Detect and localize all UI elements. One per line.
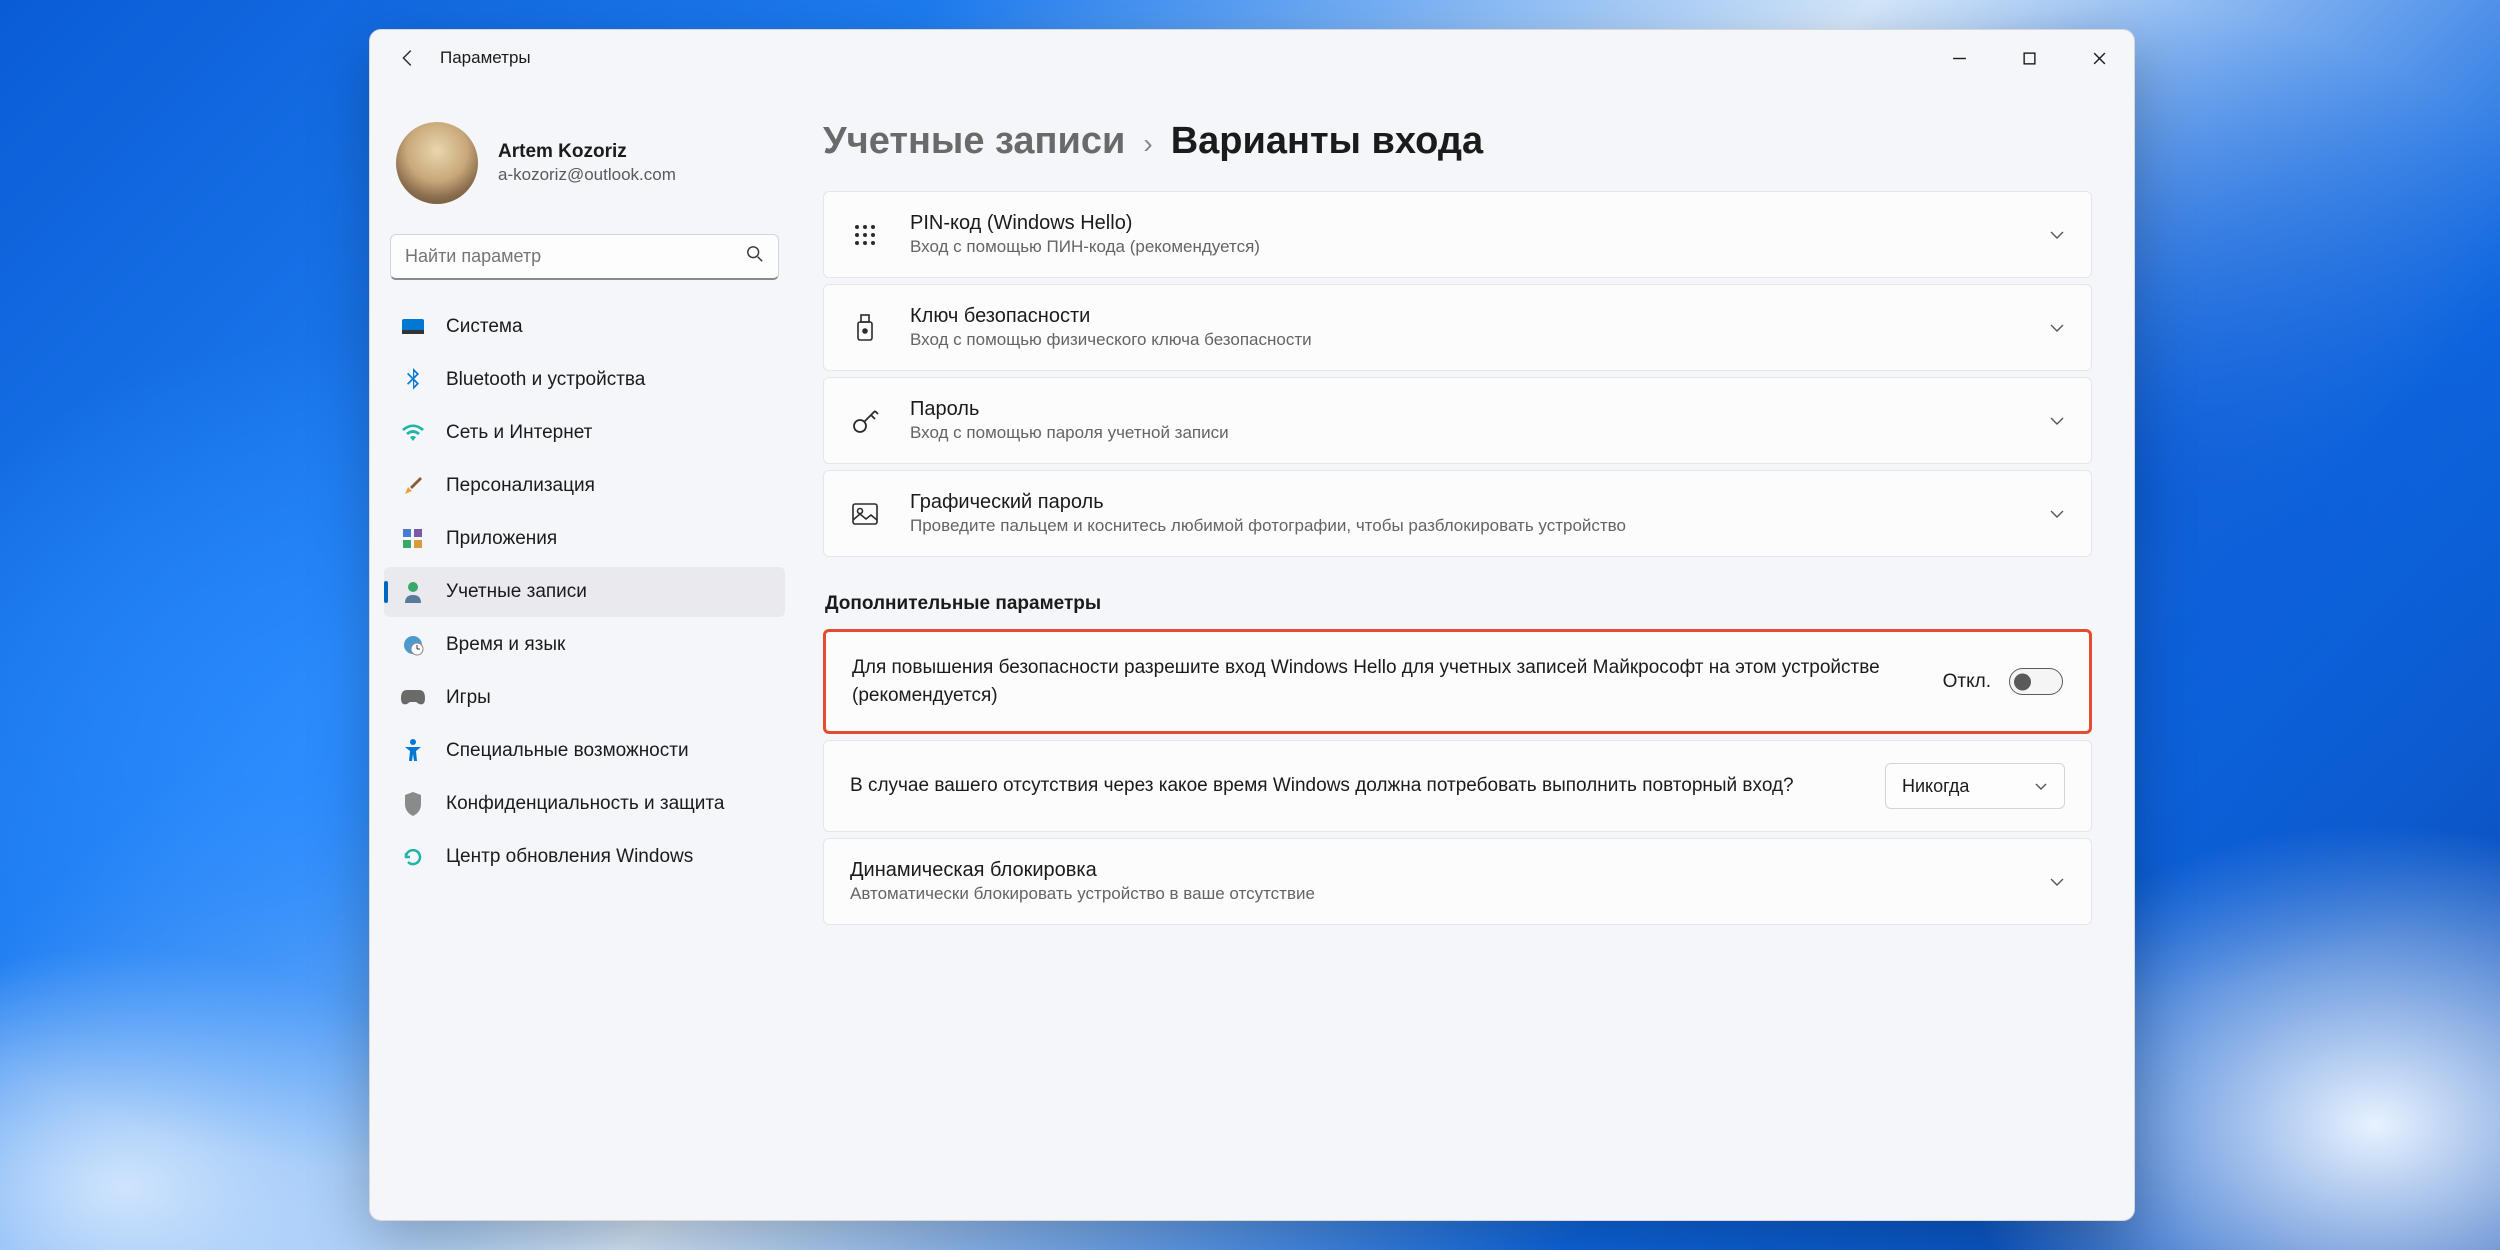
option-subtitle: Вход с помощью пароля учетной записи <box>910 423 2035 443</box>
titlebar: Параметры <box>370 30 2134 86</box>
keypad-icon <box>850 220 880 250</box>
back-button[interactable] <box>388 38 428 78</box>
require-signin-dropdown[interactable]: Никогда <box>1885 763 2065 809</box>
person-icon <box>400 579 426 605</box>
settings-window: Параметры Artem Kozoriz a-kozoriz@outloo… <box>369 29 2135 1221</box>
sidebar-item-network[interactable]: Сеть и Интернет <box>384 408 785 458</box>
sidebar-item-label: Центр обновления Windows <box>446 846 693 868</box>
option-title: PIN-код (Windows Hello) <box>910 212 2035 235</box>
sidebar-item-label: Игры <box>446 687 491 709</box>
setting-windows-hello-only: Для повышения безопасности разрешите вхо… <box>823 629 2092 734</box>
paintbrush-icon <box>400 473 426 499</box>
maximize-button[interactable] <box>1994 33 2064 83</box>
sidebar-item-label: Сеть и Интернет <box>446 422 592 444</box>
avatar <box>396 122 478 204</box>
minimize-button[interactable] <box>1924 33 1994 83</box>
sidebar-item-label: Конфиденциальность и защита <box>446 793 724 815</box>
sidebar-item-label: Специальные возможности <box>446 740 689 762</box>
signin-option-picture-password[interactable]: Графический пароль Проведите пальцем и к… <box>823 470 2092 557</box>
option-subtitle: Проведите пальцем и коснитесь любимой фо… <box>910 516 2035 536</box>
sidebar-item-gaming[interactable]: Игры <box>384 673 785 723</box>
window-controls <box>1924 33 2134 83</box>
key-icon <box>850 406 880 436</box>
bluetooth-icon <box>400 367 426 393</box>
breadcrumb: Учетные записи › Варианты входа <box>823 120 2092 163</box>
usb-key-icon <box>850 313 880 343</box>
picture-icon <box>850 499 880 529</box>
section-heading-additional: Дополнительные параметры <box>825 593 2092 615</box>
sidebar-item-time-language[interactable]: Время и язык <box>384 620 785 670</box>
apps-icon <box>400 526 426 552</box>
update-icon <box>400 844 426 870</box>
sidebar-item-accessibility[interactable]: Специальные возможности <box>384 726 785 776</box>
sidebar-item-bluetooth[interactable]: Bluetooth и устройства <box>384 355 785 405</box>
search-box[interactable] <box>390 234 779 280</box>
sidebar-item-accounts[interactable]: Учетные записи <box>384 567 785 617</box>
profile-block[interactable]: Artem Kozoriz a-kozoriz@outlook.com <box>396 122 773 204</box>
option-subtitle: Вход с помощью ПИН-кода (рекомендуется) <box>910 237 2035 257</box>
signin-option-security-key[interactable]: Ключ безопасности Вход с помощью физичес… <box>823 284 2092 371</box>
chevron-down-icon <box>2034 782 2048 791</box>
globe-clock-icon <box>400 632 426 658</box>
breadcrumb-parent[interactable]: Учетные записи <box>823 120 1125 163</box>
accessibility-icon <box>400 738 426 764</box>
search-icon <box>746 245 764 268</box>
option-title: Пароль <box>910 398 2035 421</box>
sidebar-item-privacy[interactable]: Конфиденциальность и защита <box>384 779 785 829</box>
chevron-down-icon <box>2049 409 2065 432</box>
sidebar-item-label: Время и язык <box>446 634 565 656</box>
sidebar-item-apps[interactable]: Приложения <box>384 514 785 564</box>
sidebar-item-windows-update[interactable]: Центр обновления Windows <box>384 832 785 882</box>
gamepad-icon <box>400 685 426 711</box>
sidebar: Artem Kozoriz a-kozoriz@outlook.com Сист… <box>370 86 795 1220</box>
setting-dynamic-lock[interactable]: Динамическая блокировка Автоматически бл… <box>823 838 2092 925</box>
sidebar-item-label: Учетные записи <box>446 581 587 603</box>
chevron-down-icon <box>2049 502 2065 525</box>
sidebar-item-system[interactable]: Система <box>384 302 785 352</box>
option-title: Ключ безопасности <box>910 305 2035 328</box>
option-subtitle: Вход с помощью физического ключа безопас… <box>910 330 2035 350</box>
chevron-down-icon <box>2049 316 2065 339</box>
toggle-switch[interactable] <box>2009 668 2063 695</box>
chevron-down-icon <box>2049 223 2065 246</box>
signin-option-pin[interactable]: PIN-код (Windows Hello) Вход с помощью П… <box>823 191 2092 278</box>
close-button[interactable] <box>2064 33 2134 83</box>
window-title: Параметры <box>440 48 531 68</box>
chevron-down-icon <box>2049 870 2065 893</box>
system-icon <box>400 314 426 340</box>
sidebar-item-label: Система <box>446 316 523 338</box>
toggle-state-label: Откл. <box>1943 671 1991 693</box>
profile-email: a-kozoriz@outlook.com <box>498 165 676 185</box>
setting-text: В случае вашего отсутствия через какое в… <box>850 772 1885 800</box>
sidebar-item-label: Персонализация <box>446 475 595 497</box>
wifi-icon <box>400 420 426 446</box>
nav-list: Система Bluetooth и устройства Сеть и Ин… <box>384 302 785 882</box>
option-subtitle: Автоматически блокировать устройство в в… <box>850 884 2035 904</box>
sidebar-item-personalization[interactable]: Персонализация <box>384 461 785 511</box>
chevron-right-icon: › <box>1143 128 1152 160</box>
dropdown-value: Никогда <box>1902 776 1969 797</box>
search-input[interactable] <box>405 246 746 267</box>
option-title: Графический пароль <box>910 491 2035 514</box>
profile-name: Artem Kozoriz <box>498 141 676 163</box>
signin-option-password[interactable]: Пароль Вход с помощью пароля учетной зап… <box>823 377 2092 464</box>
setting-text: Для повышения безопасности разрешите вхо… <box>852 654 1943 709</box>
sidebar-item-label: Приложения <box>446 528 557 550</box>
page-title: Варианты входа <box>1171 120 1483 163</box>
setting-require-signin-after: В случае вашего отсутствия через какое в… <box>823 740 2092 832</box>
content-area: Учетные записи › Варианты входа PIN-код … <box>795 86 2134 1220</box>
sidebar-item-label: Bluetooth и устройства <box>446 369 645 391</box>
option-title: Динамическая блокировка <box>850 859 2035 882</box>
shield-icon <box>400 791 426 817</box>
